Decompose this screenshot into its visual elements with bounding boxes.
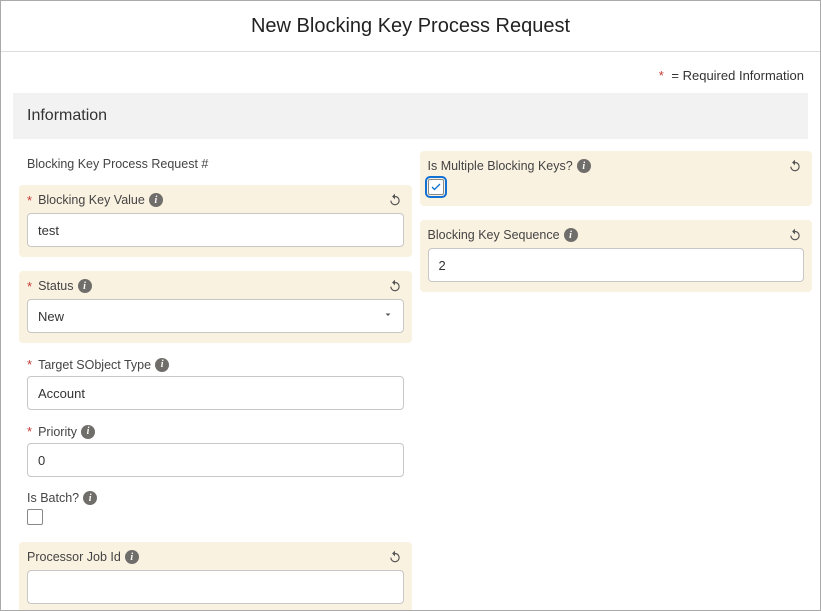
blocking-key-value-input[interactable]	[27, 213, 404, 247]
processor-job-id-input[interactable]	[27, 570, 404, 604]
required-info-note: * = Required Information	[13, 64, 808, 93]
info-icon[interactable]: i	[564, 228, 578, 242]
info-icon[interactable]: i	[125, 550, 139, 564]
is-batch-checkbox[interactable]	[27, 509, 43, 525]
section-header-information: Information	[13, 93, 808, 139]
field-processor-job-id: Processor Job Id i	[19, 542, 412, 611]
undo-icon[interactable]	[786, 226, 804, 244]
field-request-number: Blocking Key Process Request #	[27, 157, 404, 171]
target-sobject-type-label: Target SObject Type	[38, 358, 151, 372]
target-sobject-type-input[interactable]	[27, 376, 404, 410]
field-priority: * Priority i	[27, 424, 404, 477]
required-asterisk: *	[659, 68, 664, 83]
status-select[interactable]: New	[27, 299, 404, 333]
status-label: Status	[38, 279, 73, 293]
info-icon[interactable]: i	[83, 491, 97, 505]
processor-job-id-label: Processor Job Id	[27, 550, 121, 564]
blocking-key-value-label: Blocking Key Value	[38, 193, 145, 207]
blocking-key-sequence-input[interactable]	[428, 248, 805, 282]
is-multiple-label: Is Multiple Blocking Keys?	[428, 159, 573, 173]
field-blocking-key-value: * Blocking Key Value i	[19, 185, 412, 257]
is-multiple-checkbox[interactable]	[428, 179, 444, 195]
required-marker: *	[27, 279, 32, 294]
page-title: New Blocking Key Process Request	[1, 1, 820, 52]
info-icon[interactable]: i	[577, 159, 591, 173]
required-marker: *	[27, 424, 32, 439]
field-status: * Status i New	[19, 271, 412, 343]
status-selected-value: New	[38, 309, 64, 324]
undo-icon[interactable]	[386, 191, 404, 209]
required-text: = Required Information	[671, 68, 804, 83]
required-marker: *	[27, 193, 32, 208]
info-icon[interactable]: i	[81, 425, 95, 439]
info-icon[interactable]: i	[155, 358, 169, 372]
blocking-key-sequence-label: Blocking Key Sequence	[428, 228, 560, 242]
undo-icon[interactable]	[786, 157, 804, 175]
info-icon[interactable]: i	[149, 193, 163, 207]
undo-icon[interactable]	[386, 277, 404, 295]
priority-label: Priority	[38, 425, 77, 439]
required-marker: *	[27, 357, 32, 372]
field-blocking-key-sequence: Blocking Key Sequence i	[420, 220, 813, 292]
field-is-multiple: Is Multiple Blocking Keys? i	[420, 151, 813, 206]
request-number-label: Blocking Key Process Request #	[27, 157, 208, 171]
undo-icon[interactable]	[386, 548, 404, 566]
info-icon[interactable]: i	[78, 279, 92, 293]
priority-input[interactable]	[27, 443, 404, 477]
field-target-sobject-type: * Target SObject Type i	[27, 357, 404, 410]
field-is-batch: Is Batch? i	[27, 491, 404, 528]
is-batch-label: Is Batch?	[27, 491, 79, 505]
